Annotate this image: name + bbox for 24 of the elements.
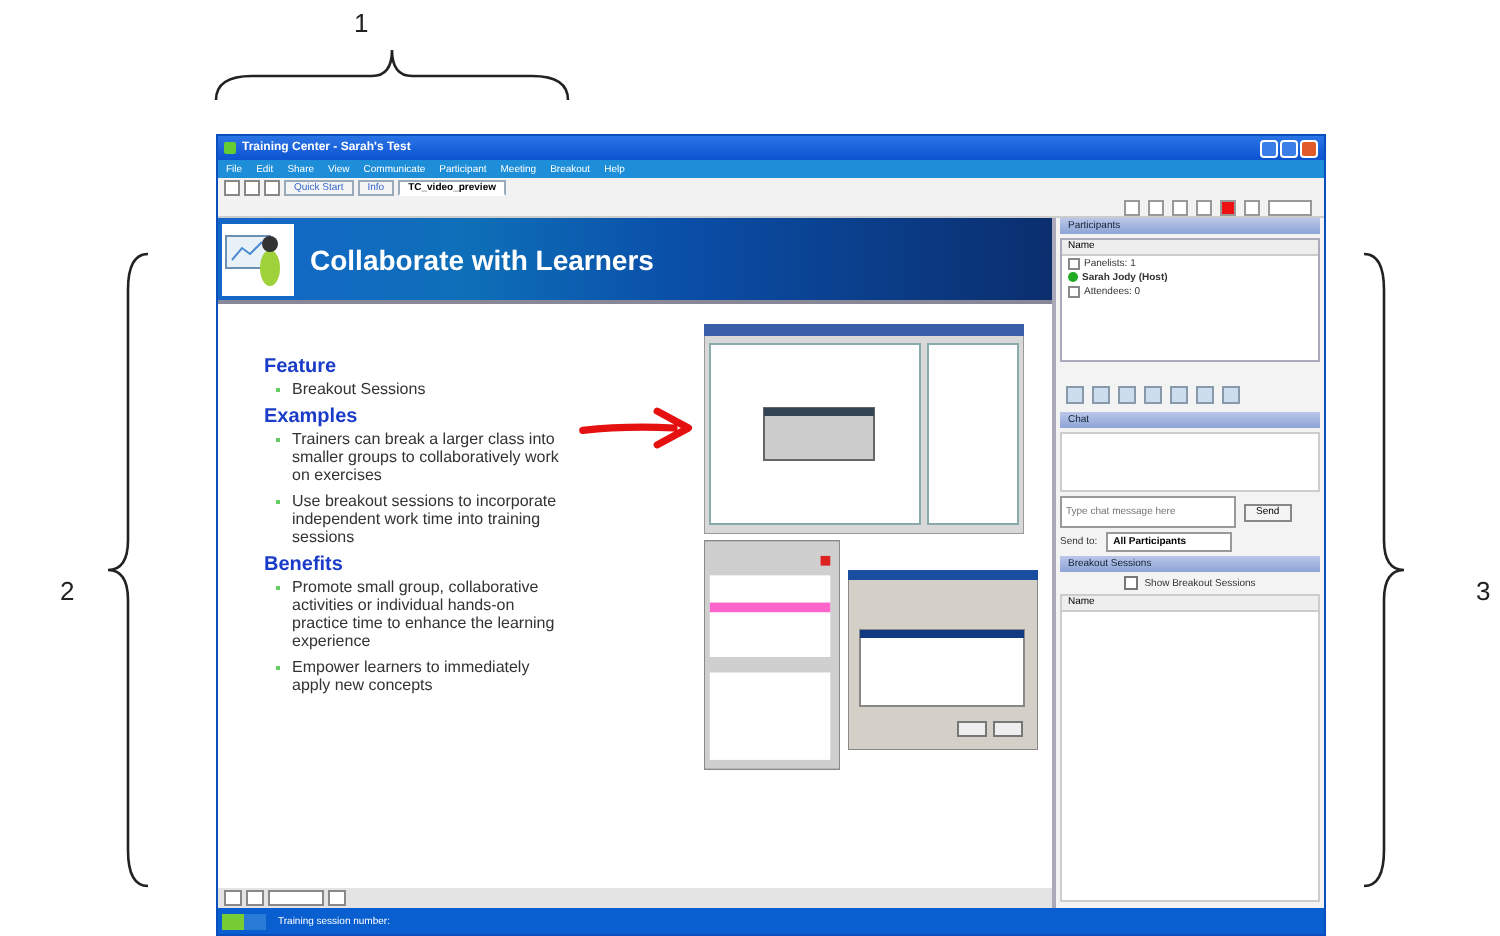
bullet-text: Breakout Sessions: [292, 380, 426, 398]
color-tool-icon[interactable]: [1220, 199, 1236, 215]
presenter-logo-icon: [222, 223, 294, 295]
brand-logo-icon: [222, 913, 266, 929]
maximize-button[interactable]: [1280, 139, 1298, 157]
zoom-dropdown[interactable]: [1268, 199, 1312, 215]
person-status-icon: [1068, 272, 1078, 282]
annotation-number: 3: [1476, 576, 1491, 606]
bullet-text: Empower learners to immediately apply new concepts: [292, 658, 532, 694]
slide-title: Collaborate with Learners: [310, 243, 654, 275]
page-selector[interactable]: [268, 890, 324, 906]
annotation-number: 1: [354, 8, 369, 38]
minimize-button[interactable]: [1260, 139, 1278, 157]
arrow-icon: [578, 404, 698, 452]
bullet-text: Promote small group, collaborative activities or individual hands-on practice time to enhance the learning experience: [292, 578, 557, 650]
section-heading: Benefits: [264, 554, 345, 576]
app-icon: [224, 142, 236, 154]
bullet-text: Use breakout sessions to incorporate independent work time into training sessions: [292, 492, 559, 546]
close-button[interactable]: [1300, 139, 1318, 157]
section-heading: Examples: [264, 406, 360, 428]
annotation-number: 2: [60, 576, 75, 606]
checkbox[interactable]: [1124, 576, 1139, 590]
section-heading: Feature: [264, 356, 339, 378]
bullet-text: Trainers can break a larger class into smaller groups to collaboratively work on exercises: [292, 430, 561, 484]
